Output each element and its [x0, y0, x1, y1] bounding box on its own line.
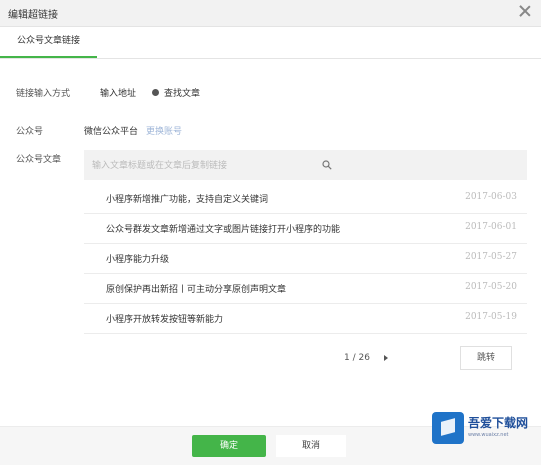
article-date: 2017-05-19 — [465, 312, 517, 322]
article-row[interactable]: 原创保护再出新招丨可主动分享原创声明文章 2017-05-20 — [84, 274, 527, 304]
watermark: 吾爱下载网 www.wuaixz.net — [432, 410, 538, 450]
search-box — [84, 150, 527, 180]
watermark-url: www.wuaixz.net — [468, 432, 509, 438]
article-date: 2017-06-03 — [465, 192, 517, 202]
article-title: 原创保护再出新招丨可主动分享原创声明文章 — [106, 285, 287, 295]
next-page-icon[interactable] — [384, 355, 388, 361]
article-title: 小程序能力升级 — [106, 255, 170, 265]
radio-selected-icon — [152, 89, 159, 96]
article-row[interactable]: 小程序能力升级 2017-05-27 — [84, 244, 527, 274]
article-label: 公众号文章 — [16, 155, 62, 165]
radio-find-article-label: 查找文章 — [164, 89, 201, 99]
jump-button[interactable]: 跳转 — [460, 346, 512, 370]
dialog-header: 编辑超链接 — [0, 0, 541, 27]
article-date: 2017-06-01 — [465, 222, 517, 232]
account-label: 公众号 — [16, 127, 44, 137]
article-row[interactable]: 小程序开放转发按钮等新能力 2017-05-19 — [84, 304, 527, 334]
watermark-logo-icon — [432, 412, 464, 444]
radio-input-address-label: 输入地址 — [100, 89, 137, 99]
article-date: 2017-05-20 — [465, 282, 517, 292]
method-label: 链接输入方式 — [16, 89, 71, 99]
article-title: 小程序开放转发按钮等新能力 — [106, 315, 224, 325]
search-icon[interactable] — [322, 160, 332, 170]
page-indicator: 1 / 26 — [344, 353, 370, 363]
cancel-button[interactable]: 取消 — [276, 435, 346, 457]
watermark-text: 吾爱下载网 — [468, 416, 529, 430]
article-list: 小程序新增推广功能，支持自定义关键词 2017-06-03 公众号群发文章新增通… — [84, 184, 527, 334]
tab-bar: 公众号文章链接 — [0, 26, 541, 59]
article-date: 2017-05-27 — [465, 252, 517, 262]
article-title: 公众号群发文章新增通过文字或图片链接打开小程序的功能 — [106, 225, 341, 235]
confirm-button[interactable]: 确定 — [192, 435, 266, 457]
close-icon[interactable] — [518, 4, 532, 18]
search-input[interactable] — [90, 156, 324, 176]
article-title: 小程序新增推广功能，支持自定义关键词 — [106, 195, 269, 205]
account-name: 微信公众平台 — [84, 127, 139, 137]
article-row[interactable]: 公众号群发文章新增通过文字或图片链接打开小程序的功能 2017-06-01 — [84, 214, 527, 244]
change-account-link[interactable]: 更换账号 — [146, 124, 182, 137]
dialog-title: 编辑超链接 — [8, 10, 58, 21]
article-row[interactable]: 小程序新增推广功能，支持自定义关键词 2017-06-03 — [84, 184, 527, 214]
radio-input-address[interactable]: 输入地址 — [100, 86, 136, 99]
radio-find-article[interactable]: 查找文章 — [152, 86, 200, 99]
tab-article-link[interactable]: 公众号文章链接 — [0, 26, 97, 58]
